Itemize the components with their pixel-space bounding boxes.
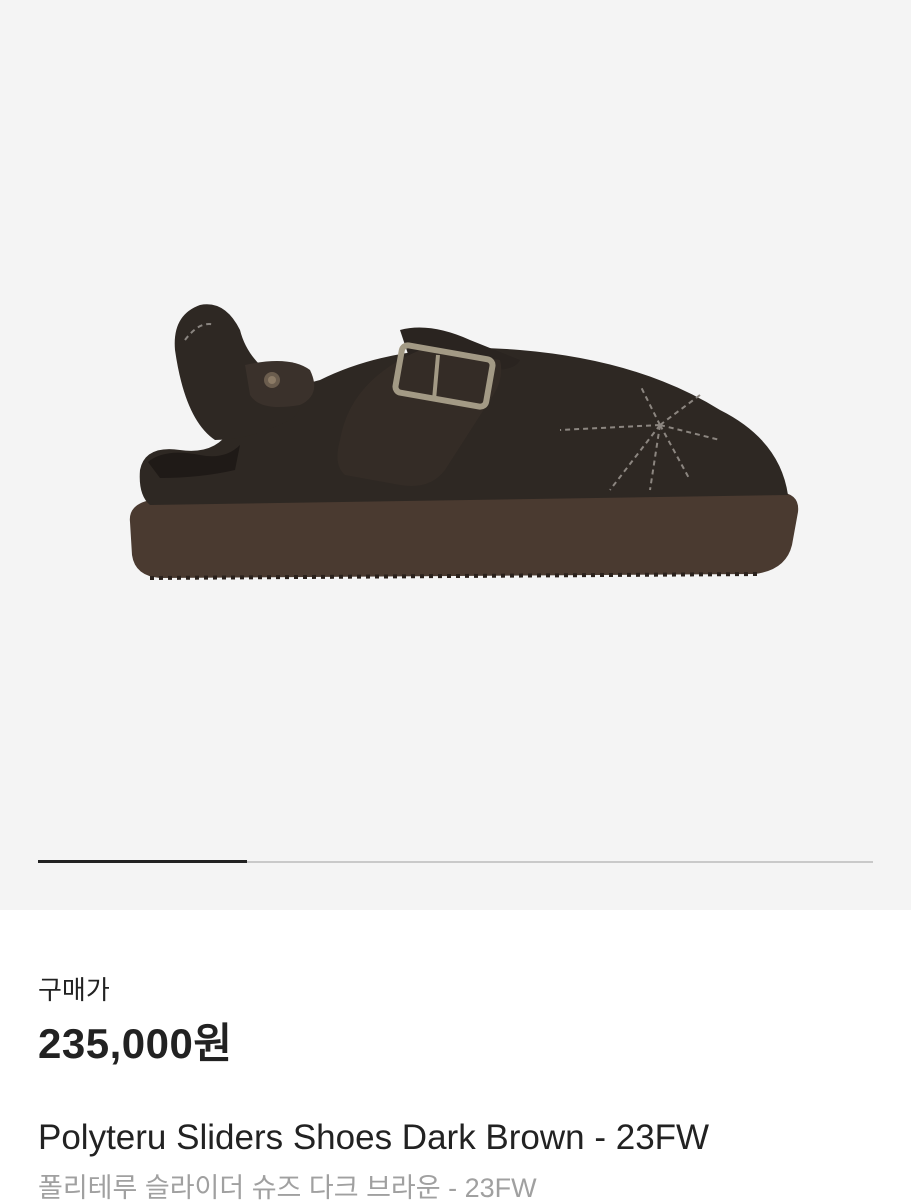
- product-detail-page: 구매가 235,000원 Polyteru Sliders Shoes Dark…: [0, 0, 911, 1200]
- product-image: [129, 304, 799, 580]
- shoe-sole: [129, 492, 799, 578]
- product-name-ko: 폴리테루 슬라이더 슈즈 다크 브라운 - 23FW: [38, 1173, 537, 1200]
- gallery-progress-fill: [38, 860, 247, 863]
- gallery-progress-track: [38, 860, 873, 863]
- product-image-gallery[interactable]: [0, 0, 911, 910]
- price-label: 구매가: [38, 975, 110, 1005]
- price-value: 235,000원: [38, 1020, 233, 1067]
- product-name-en: Polyteru Sliders Shoes Dark Brown - 23FW: [38, 1118, 710, 1157]
